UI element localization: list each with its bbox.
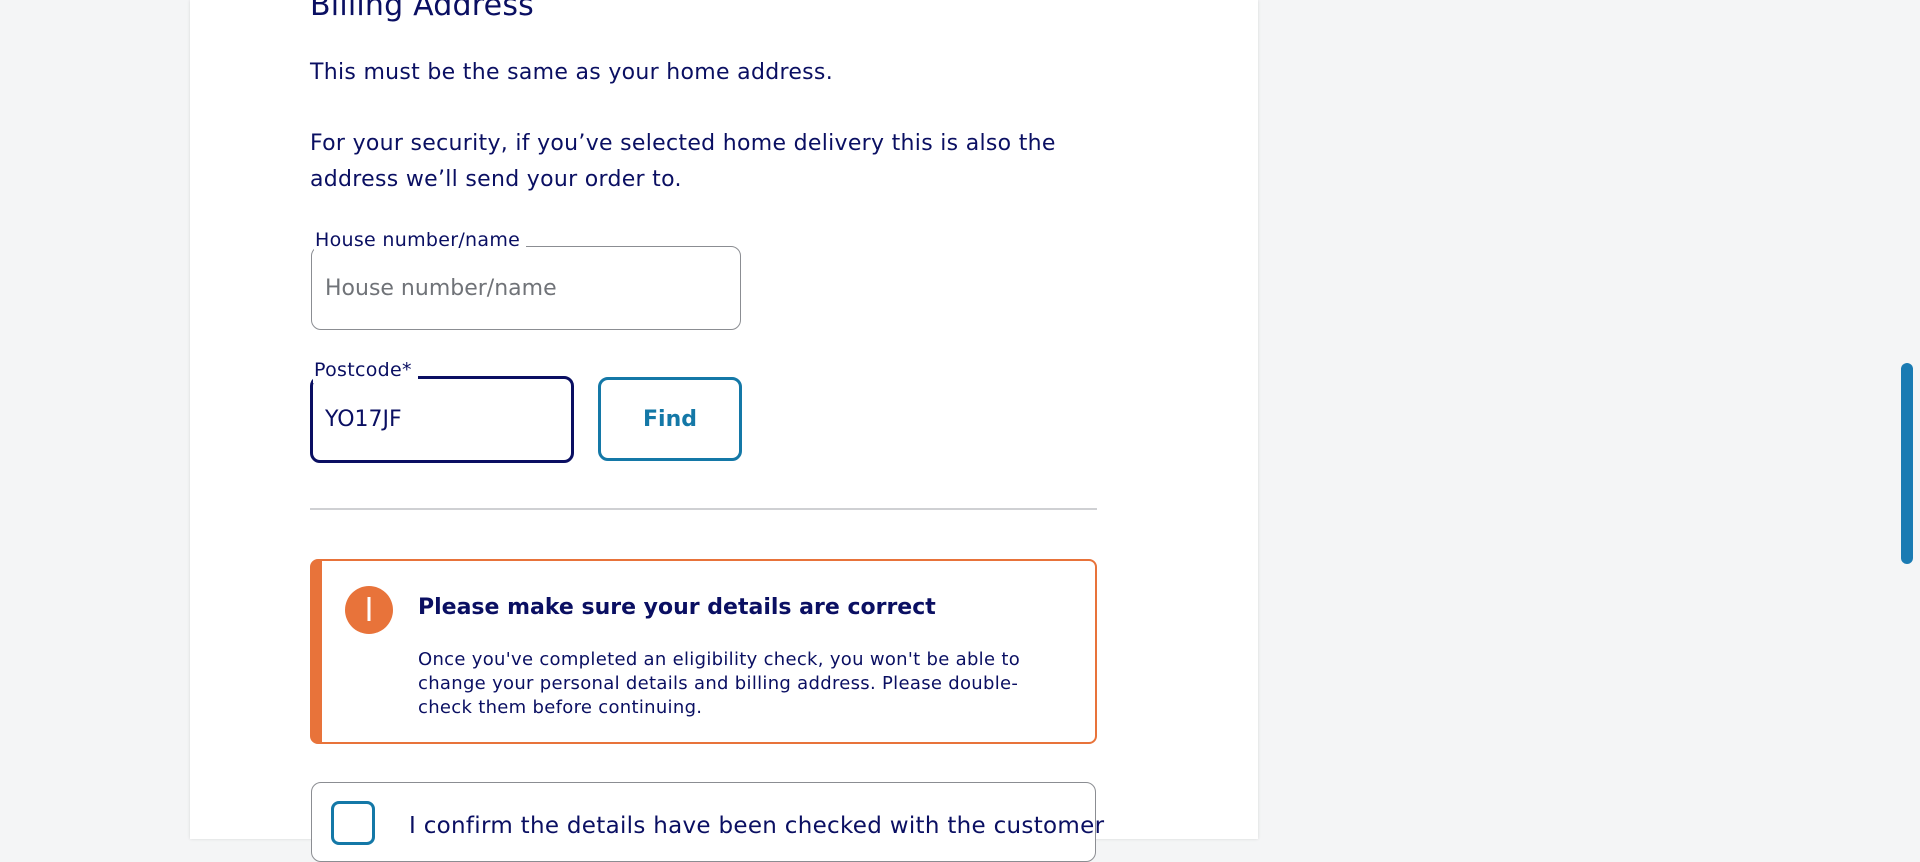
postcode-field: Postcode* [310, 357, 574, 463]
scrollbar-thumb[interactable] [1901, 363, 1913, 564]
confirmation-option[interactable]: I confirm the details have been checked … [311, 782, 1104, 862]
notice-body: Once you've completed an eligibility che… [418, 649, 1021, 718]
intro-text-1: This must be the same as your home addre… [310, 60, 833, 85]
notice-title: Please make sure your details are correc… [418, 595, 936, 620]
notice-alert: Please make sure your details are correc… [310, 559, 1097, 744]
postcode-input[interactable] [325, 379, 557, 460]
confirmation-checkbox[interactable] [331, 801, 375, 845]
intro-text-2: For your security, if you’ve selected ho… [310, 131, 1056, 192]
house-number-field: House number/name [311, 227, 741, 330]
find-button[interactable]: Find [598, 377, 742, 461]
info-icon [345, 586, 393, 634]
house-number-input[interactable] [325, 247, 727, 329]
section-heading: Billing Address [310, 0, 534, 23]
divider [310, 508, 1097, 510]
confirmation-label: I confirm the details have been checked … [409, 813, 1105, 839]
